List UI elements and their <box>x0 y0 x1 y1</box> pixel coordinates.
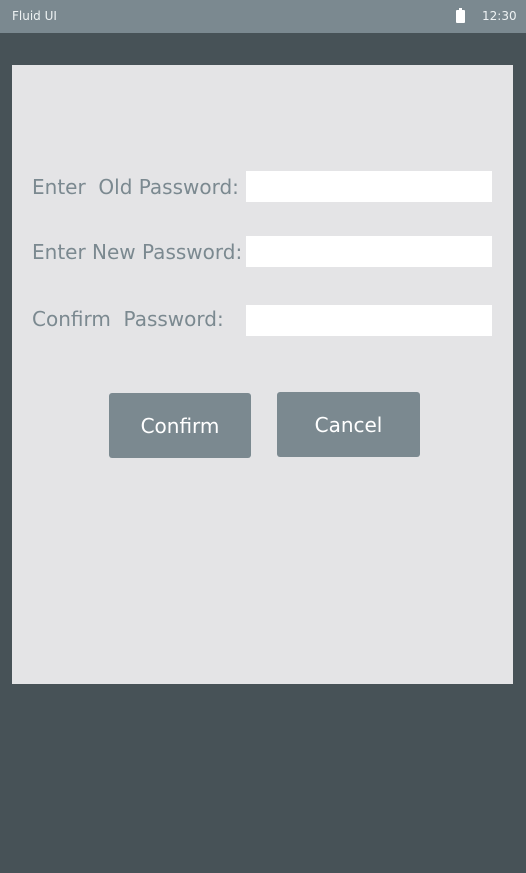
confirm-button[interactable]: Confirm <box>109 393 251 458</box>
status-bar: Fluid UI 12:30 <box>0 0 526 33</box>
battery-icon <box>456 8 465 23</box>
cancel-button[interactable]: Cancel <box>277 392 420 457</box>
new-password-field[interactable] <box>246 236 492 267</box>
old-password-field[interactable] <box>246 171 492 202</box>
confirm-password-label: Confirm Password: <box>32 307 224 331</box>
new-password-label: Enter New Password: <box>32 240 243 264</box>
app-title: Fluid UI <box>12 9 57 23</box>
status-time: 12:30 <box>482 9 517 23</box>
confirm-password-field[interactable] <box>246 305 492 336</box>
change-password-panel: Enter Old Password: Enter New Password: … <box>12 65 513 684</box>
old-password-label: Enter Old Password: <box>32 175 239 199</box>
